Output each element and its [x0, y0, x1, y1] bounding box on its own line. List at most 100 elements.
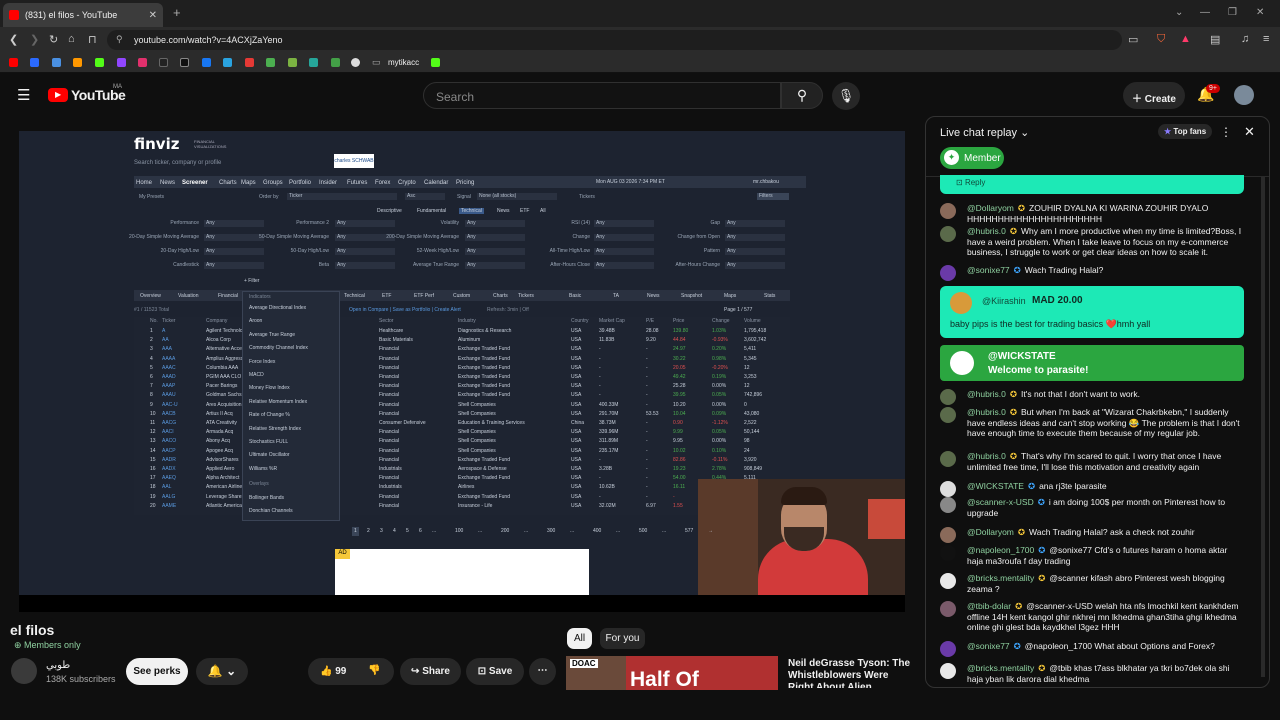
channel-avatar[interactable] — [11, 658, 37, 684]
chat-author[interactable]: @bricks.mentality — [967, 573, 1034, 583]
table-row[interactable]: 1 A Agilent Technologies Healthcare Diagnost… — [134, 327, 790, 336]
table-row[interactable]: 15 AADR AdvisorShares Financial Exchange Tra… — [134, 456, 790, 465]
finviz-compare-links[interactable]: Open in Compare | Save as Portfolio | Cr… — [349, 307, 461, 313]
chat-author[interactable]: @hubris.0 — [967, 389, 1006, 399]
superchat-author[interactable]: @Kiirashin — [982, 296, 1026, 306]
x-icon[interactable] — [180, 58, 189, 67]
finviz-view-tab[interactable]: Basic — [569, 293, 581, 299]
column-header[interactable]: Price — [673, 318, 684, 324]
dropdown-item[interactable]: Relative Momentum Index — [249, 399, 307, 405]
globe-icon[interactable] — [351, 58, 360, 67]
folder-icon[interactable]: ▭ — [372, 57, 381, 68]
finviz-filter-select[interactable]: Any — [725, 234, 785, 241]
column-header[interactable]: Market Cap — [599, 318, 625, 324]
minimize-icon[interactable]: — — [1200, 7, 1210, 18]
table-row[interactable]: 12 AACI Armada Acq Financial Shell Companies… — [134, 428, 790, 437]
superchat-avatar[interactable] — [950, 292, 972, 314]
finviz-view-tab[interactable]: Stats — [764, 293, 775, 299]
chat-author[interactable]: @WICKSTATE — [967, 481, 1024, 491]
youtube-bookmark-icon[interactable] — [9, 58, 18, 67]
superchat[interactable]: @Kiirashin MAD 20.00 baby pips is the best… — [940, 286, 1244, 338]
kick-icon[interactable] — [95, 58, 104, 67]
finviz-view-tab[interactable]: ETF — [382, 293, 391, 299]
table-row[interactable]: 9 AAC-U Ares Acquisition Financial Shell Com… — [134, 401, 790, 410]
chat-scrollbar[interactable] — [1261, 177, 1265, 677]
chat-message[interactable]: @hubris.0 ✪ But when I'm back at "Wizarat … — [940, 407, 1244, 439]
finviz-search-input[interactable]: Search ticker, company or profile — [134, 160, 221, 166]
url-field[interactable]: ⚲ youtube.com/watch?v=4ACXjZaYeno — [107, 30, 1122, 50]
finviz-view-tab[interactable]: Valuation — [178, 293, 198, 299]
column-header[interactable]: Sector — [379, 318, 393, 324]
brave-rewards-icon[interactable]: ▲ — [1180, 33, 1191, 45]
page-link[interactable]: → — [706, 527, 715, 536]
bookmark-icon[interactable] — [309, 58, 318, 67]
reply-button[interactable]: ⊡ Reply — [956, 178, 985, 187]
page-link[interactable]: ... — [430, 527, 438, 536]
chat-author[interactable]: @hubris.0 — [967, 226, 1006, 236]
table-row[interactable]: 8 AAAU Goldman Sachs Financial Exchange Trad… — [134, 391, 790, 400]
dropdown-item[interactable]: MACD — [249, 372, 264, 378]
chat-message[interactable]: @hubris.0 ✪ That's why I'm scared to quit.… — [940, 451, 1244, 472]
finviz-user[interactable]: mr.chbakou — [753, 179, 779, 185]
chat-message[interactable]: @Dollaryom ✪ ZOUHIR DYALNA KI WARINA ZOUHI… — [940, 203, 1244, 224]
finviz-refresh[interactable]: Refresh: 3min | Off — [487, 307, 529, 313]
notifications-button[interactable]: 🔔 ⌄ — [196, 658, 248, 685]
chat-author[interactable]: @tbib-dolar — [967, 601, 1011, 611]
dropdown-item[interactable]: Money Flow Index — [249, 385, 290, 391]
chat-message[interactable]: @Dollaryom ✪ Wach Trading Halal? ask a che… — [940, 527, 1244, 543]
dropdown-item[interactable]: Average True Range — [249, 332, 295, 338]
close-tab-icon[interactable]: ✕ — [149, 10, 157, 21]
page-link[interactable]: 3 — [378, 527, 385, 536]
chevron-down-icon[interactable]: ⌄ — [1175, 7, 1183, 18]
finviz-signal-select[interactable]: None (all stocks) — [477, 193, 557, 200]
table-row[interactable]: 20 AAME Atlantic American Financial Insuranc… — [134, 502, 790, 511]
finviz-menu-item[interactable]: Crypto — [398, 180, 416, 186]
chat-author[interactable]: @Dollaryom — [967, 527, 1014, 537]
chat-author[interactable]: @hubris.0 — [967, 451, 1006, 461]
page-link[interactable]: 300 — [545, 527, 557, 536]
dropdown-item[interactable]: Commodity Channel Index — [249, 345, 308, 351]
table-row[interactable]: 18 AAL American Airlines Industrials Airline… — [134, 483, 790, 492]
finviz-view-tab[interactable]: Tickers — [518, 293, 534, 299]
dropdown-item[interactable]: Donchian Channels — [249, 508, 293, 514]
new-tab-icon[interactable]: + — [173, 5, 181, 20]
youtube-logo-icon[interactable]: ▶ — [48, 88, 68, 102]
dropdown-item[interactable]: Force Index — [249, 359, 275, 365]
hamburger-menu-icon[interactable]: ☰ — [17, 86, 30, 104]
column-header[interactable]: Industry — [458, 318, 476, 324]
finviz-menu-item[interactable]: Futures — [347, 180, 367, 186]
more-actions-button[interactable]: ⋯ — [529, 658, 556, 685]
finviz-view-tab[interactable]: Snapshot — [681, 293, 702, 299]
tiktok-icon[interactable] — [159, 58, 168, 67]
finviz-filter-tab[interactable]: Technical — [459, 208, 484, 214]
dropdown-item[interactable]: Rate of Change % — [249, 412, 290, 418]
telegram-icon[interactable] — [223, 58, 232, 67]
chat-avatar[interactable] — [940, 641, 956, 657]
welcome-author[interactable]: @WICKSTATE — [988, 351, 1056, 362]
chat-message[interactable]: @bricks.mentality ✪ @scanner kifash abro P… — [940, 573, 1244, 594]
back-icon[interactable]: ❮ — [9, 33, 18, 46]
see-perks-button[interactable]: See perks — [126, 658, 188, 685]
more-icon[interactable]: ⋮ — [1220, 125, 1232, 139]
chat-avatar[interactable] — [940, 545, 956, 561]
forward-icon[interactable]: ❯ — [30, 33, 39, 46]
reload-icon[interactable]: ↻ — [49, 33, 58, 46]
dropdown-item[interactable]: Stochastics FULL — [249, 439, 288, 445]
like-count[interactable]: 99 — [335, 666, 346, 677]
home-icon[interactable]: ⌂ — [68, 33, 75, 45]
chip-all[interactable]: All — [567, 628, 592, 649]
column-header[interactable]: Volume — [744, 318, 761, 324]
finviz-menu-item[interactable]: Portfolio — [289, 180, 311, 186]
finviz-menu-item[interactable]: Pricing — [456, 180, 474, 186]
column-header[interactable]: Change — [712, 318, 730, 324]
finviz-menu-item[interactable]: Calendar — [424, 180, 448, 186]
chat-author[interactable]: @bricks.mentality — [967, 663, 1034, 673]
brave-shield-icon[interactable]: ⛉ — [1157, 33, 1165, 46]
media-icon[interactable]: ♫ — [1241, 33, 1249, 45]
channel-name[interactable]: طوبي — [46, 660, 70, 671]
chat-avatar[interactable] — [940, 203, 956, 219]
thumbs-down-icon[interactable]: 👎 — [368, 665, 380, 676]
dropdown-item[interactable]: Williams %R — [249, 466, 277, 472]
page-link[interactable]: 5 — [404, 527, 411, 536]
finviz-view-tab[interactable]: Technical — [344, 293, 365, 299]
